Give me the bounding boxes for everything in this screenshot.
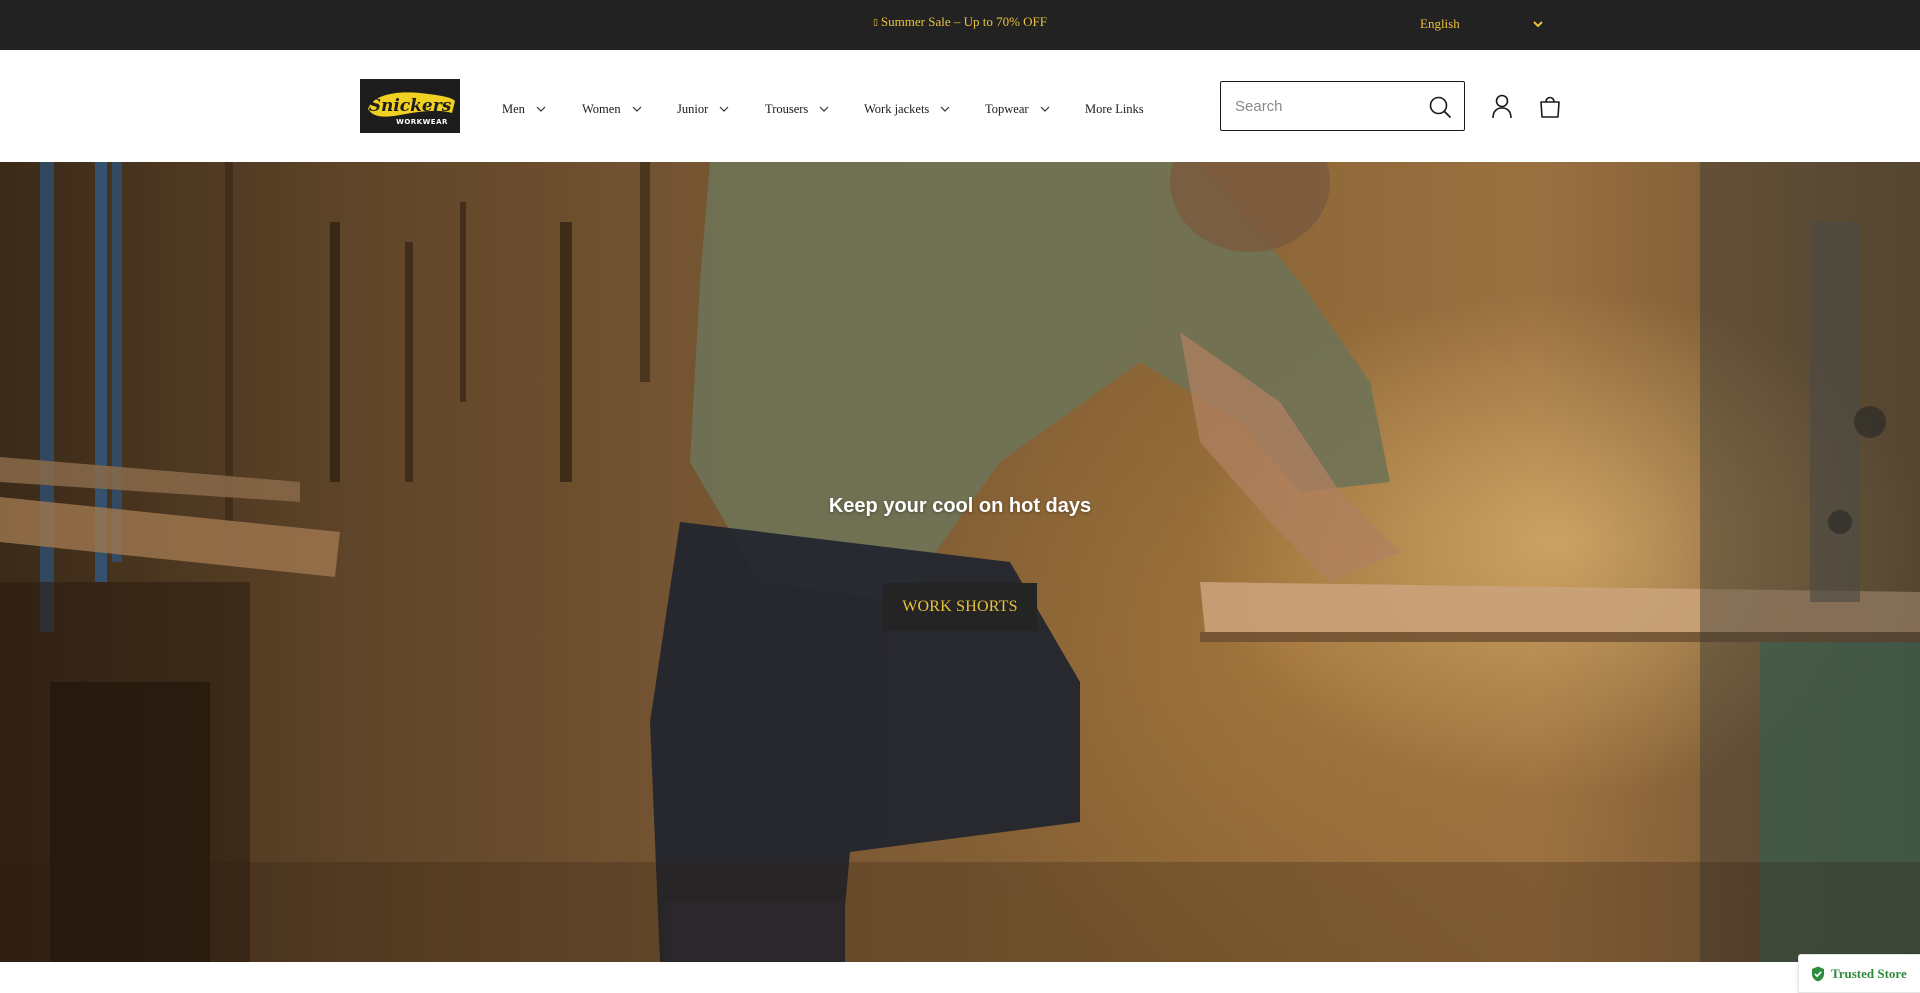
language-selected: English xyxy=(1420,16,1460,31)
search-input[interactable] xyxy=(1235,82,1425,130)
hero-background-image xyxy=(0,162,1920,962)
search-icon[interactable] xyxy=(1428,95,1452,119)
chevron-down-icon xyxy=(632,106,642,112)
chevron-down-icon xyxy=(1040,106,1049,112)
cart-bag-icon[interactable] xyxy=(1538,93,1562,119)
svg-text:Snickers: Snickers xyxy=(369,96,452,116)
trusted-store-label: Trusted Store xyxy=(1831,965,1907,981)
chevron-down-icon xyxy=(536,106,546,112)
chevron-down-icon xyxy=(1533,21,1543,28)
nav-item-trousers[interactable]: Trousers xyxy=(765,99,829,119)
hero-heading: Keep your cool on hot days xyxy=(828,495,1092,517)
language-selector[interactable]: English xyxy=(1420,16,1544,36)
nav-item-label: Trousers xyxy=(765,101,809,116)
nav-item-label: Junior xyxy=(677,101,709,116)
shield-check-icon xyxy=(1812,966,1824,981)
brand-logo[interactable]: Snickers WORKWEAR xyxy=(360,79,460,133)
hero-banner: Keep your cool on hot days WORK SHORTS xyxy=(0,162,1920,962)
site-header: Snickers WORKWEAR Men Women Junior Trous… xyxy=(0,50,1920,162)
announcement-text: Summer Sale – Up to 70% OFF xyxy=(880,14,1048,29)
nav-item-junior[interactable]: Junior xyxy=(677,99,729,119)
account-icon[interactable] xyxy=(1490,93,1514,119)
nav-item-more-links[interactable]: More Links xyxy=(1085,99,1144,119)
search-box xyxy=(1220,81,1465,131)
nav-item-women[interactable]: Women xyxy=(582,99,642,119)
nav-item-label: Women xyxy=(582,101,621,116)
work-shorts-button[interactable]: WORK SHORTS xyxy=(883,583,1037,631)
nav-item-label: Men xyxy=(502,101,525,116)
announcement-message[interactable]: ▯ Summer Sale – Up to 70% OFF xyxy=(0,14,1920,30)
nav-item-label: More Links xyxy=(1085,101,1144,116)
nav-item-topwear[interactable]: Topwear xyxy=(985,99,1050,119)
nav-item-label: Work jackets xyxy=(864,101,930,116)
svg-text:WORKWEAR: WORKWEAR xyxy=(396,118,448,126)
chevron-down-icon xyxy=(940,106,950,112)
announcement-bar: ▯ Summer Sale – Up to 70% OFF English xyxy=(0,0,1920,50)
chevron-down-icon xyxy=(719,106,729,112)
chevron-down-icon xyxy=(819,106,829,112)
nav-item-work-jackets[interactable]: Work jackets xyxy=(864,99,950,119)
nav-item-label: Topwear xyxy=(985,101,1029,116)
nav-item-men[interactable]: Men xyxy=(502,99,546,119)
tag-icon: ▯ xyxy=(872,18,878,28)
trusted-store-badge[interactable]: Trusted Store xyxy=(1798,954,1920,993)
